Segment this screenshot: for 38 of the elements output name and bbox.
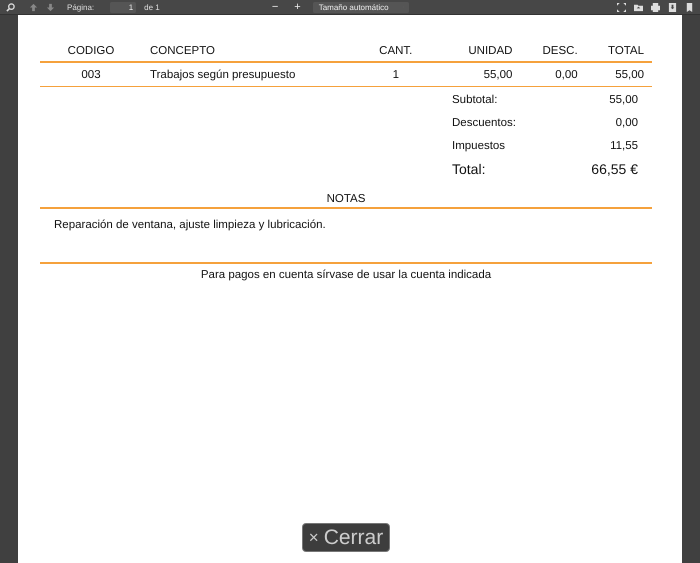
- down-arrow-icon[interactable]: [46, 2, 55, 12]
- page-input[interactable]: 1: [110, 2, 136, 12]
- notes-title: NOTAS: [40, 193, 652, 209]
- search-icon[interactable]: [6, 2, 15, 12]
- column-header: UNIDAD: [444, 41, 520, 62]
- column-header: CODIGO: [40, 41, 142, 62]
- table-cell: Trabajos según presupuesto: [142, 62, 348, 86]
- table-cell: 55,00: [444, 62, 520, 86]
- total-label: Total:: [452, 161, 486, 177]
- bookmark-icon[interactable]: [685, 2, 694, 12]
- page-label: Página:: [67, 2, 94, 12]
- zoom-out-button[interactable]: −: [268, 2, 282, 12]
- table-cell: 0,00: [520, 62, 586, 86]
- table-cell: 1: [348, 62, 444, 86]
- download-icon[interactable]: [668, 2, 678, 12]
- total-label: Descuentos:: [452, 117, 516, 129]
- total-value: 0,00: [616, 117, 638, 129]
- total-value: 55,00: [609, 94, 638, 106]
- total-label: Impuestos: [452, 140, 506, 152]
- column-header: CANT.: [348, 41, 444, 62]
- total-label: Subtotal:: [452, 94, 498, 106]
- total-value: 11,55: [610, 140, 638, 152]
- folder-icon[interactable]: [634, 2, 644, 12]
- column-header: DESC.: [520, 41, 586, 62]
- print-icon[interactable]: [651, 2, 660, 12]
- up-arrow-icon[interactable]: [29, 2, 38, 12]
- notes-text: Reparación de ventana, ajuste limpieza y lubricación.: [54, 219, 326, 231]
- total-value: 66,55 €: [591, 161, 638, 177]
- footer-text: Para pagos en cuenta sírvase de usar la cuenta indicada: [40, 262, 652, 281]
- column-header: TOTAL: [586, 41, 652, 62]
- table-cell: 55,00: [586, 62, 652, 86]
- page-total: de 1: [144, 2, 160, 12]
- close-button[interactable]: × Cerrar: [302, 523, 390, 552]
- table-cell: 003: [40, 62, 142, 86]
- column-header: CONCEPTO: [142, 41, 348, 62]
- fullscreen-icon[interactable]: [617, 2, 626, 12]
- zoom-in-button[interactable]: +: [290, 2, 305, 12]
- zoom-select[interactable]: Tamaño automático: [312, 2, 409, 12]
